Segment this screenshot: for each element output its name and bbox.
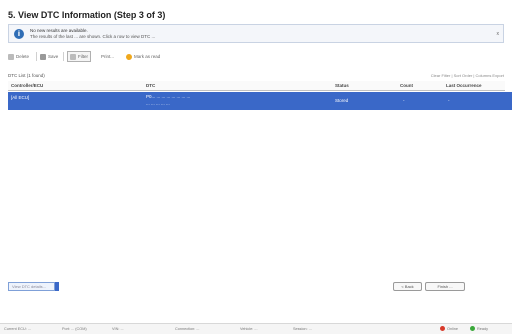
toolbar: Delete Save Filter Print... Mark as read — [8, 51, 504, 63]
print-button[interactable]: Print... — [101, 51, 114, 62]
delete-icon — [8, 53, 14, 60]
status-online: Online — [440, 326, 458, 331]
status-bar: Current ECU: ... Port: ... (COM) VIN: ..… — [0, 323, 512, 334]
status-session: Session: ... — [293, 327, 312, 331]
status-vehicle: Vehicle: ... — [240, 327, 258, 331]
horizontal-scrollbar-thumb[interactable] — [55, 282, 59, 291]
close-icon[interactable]: x — [497, 31, 500, 37]
back-button[interactable]: < Back — [393, 282, 422, 291]
info-icon — [14, 29, 24, 39]
status-ecu: Current ECU: ... — [4, 327, 32, 331]
table-header: Controller/ECU DTC Status Count Last Occ… — [8, 81, 505, 91]
filter-button[interactable]: Filter — [67, 51, 91, 62]
cell-dtc-code: P0... ... ... ... ... ... ... ... — [146, 94, 191, 99]
save-button[interactable]: Save — [40, 51, 58, 62]
cell-ecu: [All ECU] — [11, 95, 30, 100]
info-message-detail: The results of the last ... are shown. C… — [30, 34, 156, 39]
info-message-title: No new results are available. — [30, 28, 88, 33]
cell-dtc-description: ... ... ... ... ... — [146, 101, 170, 106]
cell-count: - — [403, 98, 405, 103]
cell-status: Stored — [335, 98, 349, 103]
filter-icon — [70, 53, 76, 60]
view-details-field[interactable]: View DTC details... — [8, 282, 55, 291]
page-title: 5. View DTC Information (Step 3 of 3) — [8, 10, 166, 20]
status-port: Port: ... (COM) — [62, 327, 87, 331]
toolbar-divider — [63, 52, 64, 61]
cell-last-occurrence: - — [448, 98, 450, 103]
grid-tools[interactable]: Clear Filter | Sort Order | Columns Expo… — [431, 73, 504, 78]
column-header-count[interactable]: Count — [400, 83, 413, 88]
column-header-last-occurrence[interactable]: Last Occurrence — [446, 83, 482, 88]
status-ready: Ready — [470, 326, 488, 331]
status-vin: VIN: ... — [112, 327, 124, 331]
status-green-dot-icon — [470, 326, 475, 331]
table-row[interactable]: [All ECU] P0... ... ... ... ... ... ... … — [8, 92, 512, 110]
column-header-ecu[interactable]: Controller/ECU — [11, 83, 43, 88]
finish-button[interactable]: Finish ... — [425, 282, 465, 291]
star-icon — [126, 53, 132, 60]
save-icon — [40, 53, 46, 60]
column-header-status[interactable]: Status — [335, 83, 349, 88]
status-connection: Connection: ... — [175, 327, 200, 331]
toolbar-divider — [36, 52, 37, 61]
status-red-dot-icon — [440, 326, 445, 331]
delete-button[interactable]: Delete — [8, 51, 29, 62]
result-count: DTC List (1 found) — [8, 73, 45, 78]
mark-read-button[interactable]: Mark as read — [126, 51, 160, 62]
bottom-bar: View DTC details... < Back Finish ... — [0, 282, 512, 298]
column-header-dtc[interactable]: DTC — [146, 83, 155, 88]
info-banner: No new results are available. The result… — [8, 24, 504, 43]
